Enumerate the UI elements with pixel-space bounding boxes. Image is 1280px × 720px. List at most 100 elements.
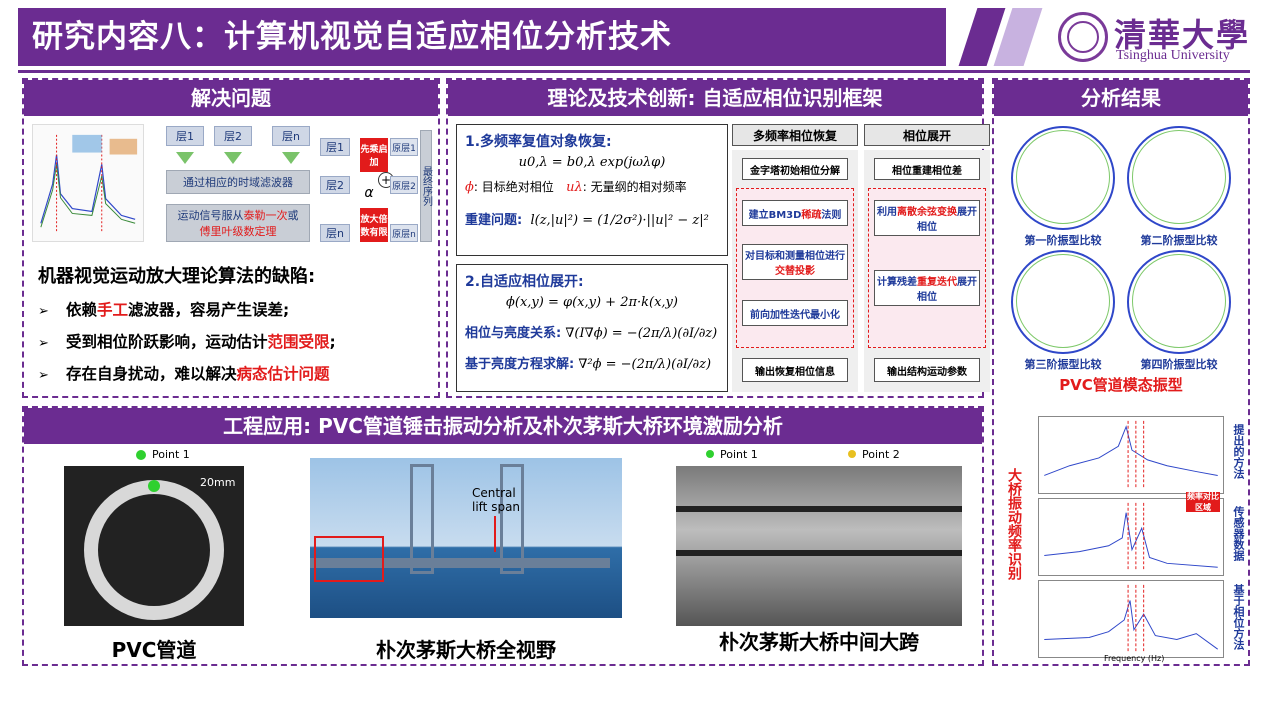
red-label-bottom: 放大倍数有限 — [360, 208, 388, 242]
side-label-sensor: 传感器数据 — [1232, 506, 1245, 561]
formula-line: u0,λ = b0,λ exp(jωλφ) — [518, 155, 666, 170]
ring-plot — [1011, 126, 1115, 230]
lift-span-label: lift span — [472, 500, 521, 514]
page-title: 研究内容八：计算机视觉自适应相位分析技术 — [32, 19, 672, 55]
orig-layer-1: 原层1 — [390, 138, 418, 156]
ring-plot — [1011, 250, 1115, 354]
ring-plot — [1127, 250, 1231, 354]
formula-title: 2.自适应相位展开: — [465, 274, 584, 290]
defect-list: ➢ 依赖手工滤波器，容易产生误差; ➢ 受到相位阶跃影响，运动估计范围受限; ➢ 存在… — [38, 294, 336, 390]
motion-magnification-diagram: 层1 层2 层n 通过相应的时域滤波器 运动信号服从泰勒一次或 傅里叶级数定理 … — [32, 124, 432, 254]
spectrum-thumbnail — [32, 124, 144, 242]
pvc-pipe-photo: Point 1 20mm — [64, 448, 244, 626]
flow-node: 建立BM3D 稀疏 法则 — [742, 200, 848, 226]
defect-title: 机器视觉运动放大理论算法的缺陷: — [38, 266, 316, 287]
layer-top-n: 层n — [272, 126, 310, 146]
flow-header: 多频率相位恢复 — [732, 124, 858, 146]
central-label: Central — [472, 486, 516, 500]
side-label-proposed: 提出的方法 — [1232, 424, 1245, 479]
down-arrow-icon — [176, 152, 194, 164]
header-divider — [18, 70, 1250, 73]
seal-icon — [1058, 12, 1108, 62]
bridge-freq-label: 大桥振动频率识别 — [1006, 468, 1022, 580]
flow-node: 相位重建相位差 — [874, 158, 980, 180]
filter-box: 通过相应的时域滤波器 — [166, 170, 310, 194]
pvc-mode-label: PVC管道模态振型 — [1059, 376, 1183, 394]
formula-box-unwrap: 2.自适应相位展开: ϕ(x,y) = φ(x,y) + 2π·k(x,y) 相… — [456, 264, 728, 392]
results-panel: 分析结果 第一阶振型比较 第二阶振型比较 第三阶振型比较 第四阶振型比较 PVC… — [992, 78, 1250, 666]
orig-layer-2: 原层2 — [390, 176, 418, 194]
relation-line: 相位与亮度关系: ∇(I∇ϕ) = −(2π/λ)(∂I/∂z) — [465, 326, 718, 341]
freq-compare-tag: 频率对比区域 — [1186, 492, 1220, 512]
rebuild-line: 重建问题: l(z,|u|²) = (1/2σ²)·||u|² − z|² — [465, 213, 709, 228]
bridge-full-photo: Central lift span — [310, 458, 622, 618]
symbol-desc: ϕ: 目标绝对相位 uλ: 无量纲的相对频率 — [465, 180, 687, 195]
highlight-box — [314, 536, 384, 582]
equation-line: 基于亮度方程求解: ∇²ϕ = −(2π/λ)(∂I/∂z) — [465, 357, 712, 372]
point-marker — [148, 480, 160, 492]
bridge-span-photo: Point 1 Point 2 — [676, 448, 962, 626]
formula-line: ϕ(x,y) = φ(x,y) + 2π·k(x,y) — [506, 295, 678, 310]
flow-node: 计算残差重复迭代展开相位 — [874, 270, 980, 306]
down-arrow-icon — [224, 152, 242, 164]
layer-side-1: 层1 — [320, 138, 350, 156]
layer-side-n: 层n — [320, 224, 350, 242]
final-sequence: 最终序列 — [420, 130, 432, 242]
flowchart-unwrap: 相位展开 相位重建相位差 利用离散余弦变换展开相位 计算残差重复迭代展开相位 输… — [864, 124, 990, 392]
pointer-arrow — [494, 516, 496, 552]
pipe-ring — [84, 480, 224, 620]
flow-body: 相位重建相位差 利用离散余弦变换展开相位 计算残差重复迭代展开相位 输出结构运动… — [864, 150, 990, 392]
mode-shape-1: 第一阶振型比较 — [1008, 126, 1118, 248]
list-item: ➢ 存在自身扰动，难以解决病态估计问题 — [38, 365, 330, 383]
problem-heading: 解决问题 — [24, 80, 438, 116]
scale-label: 20mm — [200, 476, 236, 489]
orig-layer-n: 原层n — [390, 224, 418, 242]
psd-plot-proposed — [1038, 416, 1224, 494]
problem-panel: 解决问题 层1 层2 层n 通过相应的时域滤波器 运动信号服从泰勒一次或 傅里叶… — [22, 78, 440, 398]
flow-node: 输出结构运动参数 — [874, 358, 980, 382]
flow-node: 利用离散余弦变换展开相位 — [874, 200, 980, 236]
point2-label: Point 2 — [862, 448, 900, 461]
photo-caption: 朴次茅斯大桥全视野 — [376, 638, 556, 662]
psd-plot-phase — [1038, 580, 1224, 658]
flow-node: 输出恢复相位信息 — [742, 358, 848, 382]
list-item: ➢ 受到相位阶跃影响，运动估计范围受限; — [38, 333, 336, 351]
signal-box: 运动信号服从泰勒一次或 傅里叶级数定理 — [166, 204, 310, 242]
ring-caption: 第三阶振型比较 — [1024, 358, 1102, 371]
flow-header: 相位展开 — [864, 124, 990, 146]
flow-node: 对目标和测量相位进行交替投影 — [742, 244, 848, 280]
point2-icon — [848, 450, 856, 458]
application-panel: 工程应用: PVC管道锤击振动分析及朴次茅斯大桥环境激励分析 Point 1 2… — [22, 406, 984, 666]
mode-shape-2: 第二阶振型比较 — [1124, 126, 1234, 248]
point-label: Point 1 — [152, 448, 190, 461]
title-bar: 研究内容八：计算机视觉自适应相位分析技术 — [18, 8, 946, 66]
point1-icon — [706, 450, 714, 458]
ring-caption: 第四阶振型比较 — [1140, 358, 1218, 371]
innovation-panel: 理论及技术创新: 自适应相位识别框架 1.多频率复值对象恢复: u0,λ = b… — [446, 78, 990, 398]
layer-top-1: 层1 — [166, 126, 204, 146]
layer-side-2: 层2 — [320, 176, 350, 194]
ring-caption: 第一阶振型比较 — [1024, 234, 1102, 247]
point-legend-icon — [136, 450, 146, 460]
application-heading: 工程应用: PVC管道锤击振动分析及朴次茅斯大桥环境激励分析 — [24, 408, 982, 444]
mode-shape-3: 第三阶振型比较 — [1008, 250, 1118, 372]
ring-plot — [1127, 126, 1231, 230]
mode-shape-4: 第四阶振型比较 — [1124, 250, 1234, 372]
formula-title: 1.多频率复值对象恢复: — [465, 134, 612, 150]
down-arrow-icon — [282, 152, 300, 164]
flow-body: 金字塔初始相位分解 建立BM3D 稀疏 法则 对目标和测量相位进行交替投影 前向加性… — [732, 150, 858, 392]
ring-caption: 第二阶振型比较 — [1140, 234, 1218, 247]
side-label-phase: 基于相位方法 — [1232, 584, 1245, 650]
results-heading: 分析结果 — [994, 80, 1248, 116]
university-logo: 清華大學 Tsinghua University — [1058, 8, 1258, 66]
innovation-heading: 理论及技术创新: 自适应相位识别框架 — [448, 80, 982, 116]
formula-box-recovery: 1.多频率复值对象恢复: u0,λ = b0,λ exp(jωλφ) ϕ: 目标… — [456, 124, 728, 256]
red-label-top: 先乘启加 — [360, 138, 388, 172]
point1-label: Point 1 — [720, 448, 758, 461]
flowchart-recovery: 多频率相位恢复 金字塔初始相位分解 建立BM3D 稀疏 法则 对目标和测量相位进行交… — [732, 124, 858, 392]
photo-caption: 朴次茅斯大桥中间大跨 — [719, 630, 919, 654]
truss — [676, 506, 962, 556]
alpha-symbol: α — [364, 185, 374, 201]
flow-node: 前向加性迭代最小化 — [742, 300, 848, 326]
layer-top-2: 层2 — [214, 126, 252, 146]
